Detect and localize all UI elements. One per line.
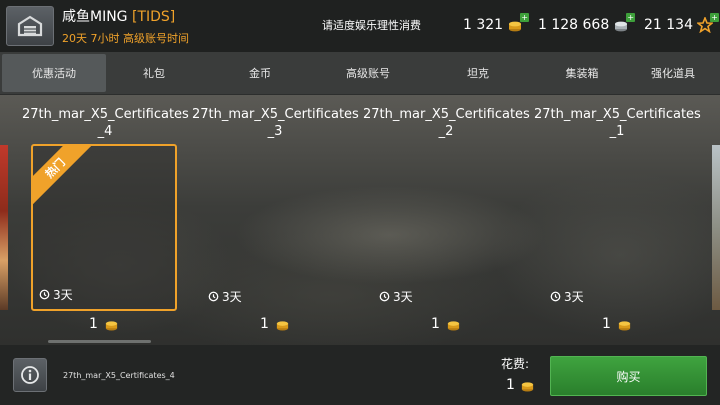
next-offer-peek[interactable] [712, 145, 720, 310]
scroll-indicator[interactable] [48, 340, 151, 343]
gold-coin-icon [618, 320, 631, 330]
offer-price-value: 1 [89, 316, 98, 332]
offer-price-value: 1 [602, 316, 611, 332]
offer-duration-text: 3天 [564, 290, 584, 304]
offer-price: 1 [373, 316, 519, 332]
offer-price: 1 [544, 316, 690, 332]
hot-badge: 热门 [31, 144, 91, 204]
offer-title-line: _1 [609, 124, 625, 139]
offer-card[interactable]: 3天 [373, 144, 519, 311]
tab-premium-account[interactable]: 高级账号 [318, 54, 418, 92]
tab-containers[interactable]: 集装箱 [538, 54, 626, 92]
silver-value: 1 128 668 [538, 17, 610, 33]
offer-title-line: _3 [267, 124, 283, 139]
player-name-text: 咸鱼MING [62, 9, 128, 25]
offer-duration: 3天 [379, 288, 413, 305]
selected-offer-name: 27th_mar_X5_Certificates_4 [63, 371, 175, 380]
offer-price: 1 [202, 316, 348, 332]
offer-title-line: 27th_mar_X5_Certificates [363, 107, 530, 122]
offer-title-line: _2 [438, 124, 454, 139]
offer-title-line: 27th_mar_X5_Certificates [192, 107, 359, 122]
clock-icon [379, 291, 390, 302]
gold-coin-icon [105, 320, 118, 330]
tab-gold[interactable]: 金币 [202, 54, 318, 92]
plus-icon[interactable]: + [710, 13, 719, 22]
clock-icon [208, 291, 219, 302]
player-name: 咸鱼MING [TIDS] [62, 6, 175, 26]
tab-special-offers[interactable]: 优惠活动 [2, 54, 106, 92]
cost-value-text: 1 [506, 377, 515, 393]
offer-card[interactable]: 3天 [202, 144, 348, 311]
offer-duration: 3天 [39, 286, 73, 303]
credits-value: 1 321 [463, 17, 504, 33]
garage-button[interactable] [6, 6, 54, 46]
gold-coin-icon [521, 381, 534, 391]
top-bar: 咸鱼MING [TIDS] 20天 7小时 高级账号时间 请适度娱乐理性消费 1… [0, 0, 720, 52]
offer-card[interactable]: 3天 [544, 144, 690, 311]
offer-duration-text: 3天 [393, 290, 413, 304]
experience-value: 21 134 [644, 17, 693, 33]
gold-coin-icon [276, 320, 289, 330]
notice-text: 请适度娱乐理性消费 [322, 19, 421, 32]
plus-icon[interactable]: + [520, 13, 530, 22]
clock-icon [39, 289, 50, 300]
offer-title: 27th_mar_X5_Certificates _4 [22, 106, 189, 140]
category-tabs: 优惠活动 礼包 金币 高级账号 坦克 集装箱 强化道具 [0, 52, 720, 94]
offer-price-value: 1 [431, 316, 440, 332]
offer-duration: 3天 [550, 288, 584, 305]
offer-title: 27th_mar_X5_Certificates _2 [363, 106, 530, 140]
offer-duration-text: 3天 [53, 288, 73, 302]
silver-coin-icon: + [613, 13, 636, 33]
info-icon [21, 366, 39, 384]
offer-title-line: _4 [97, 124, 113, 139]
credits-balance[interactable]: 1 321 + [463, 13, 530, 36]
gold-coin-icon: + [507, 13, 530, 33]
offer-card[interactable]: 热门 3天 [31, 144, 177, 311]
experience-balance[interactable]: 21 134 + [644, 13, 719, 36]
plus-icon[interactable]: + [626, 13, 636, 22]
tab-bundles[interactable]: 礼包 [106, 54, 202, 92]
premium-time: 20天 7小时 高级账号时间 [62, 32, 189, 45]
offer-title: 27th_mar_X5_Certificates _1 [534, 106, 701, 140]
clock-icon [550, 291, 561, 302]
offer-duration-text: 3天 [222, 290, 242, 304]
info-button[interactable] [13, 358, 47, 392]
offer-price-value: 1 [260, 316, 269, 332]
garage-icon [17, 15, 43, 37]
hot-badge-label: 热门 [31, 144, 91, 204]
clan-tag: [TIDS] [131, 9, 176, 25]
offer-duration: 3天 [208, 288, 242, 305]
offer-title-line: 27th_mar_X5_Certificates [22, 107, 189, 122]
offer-title-line: 27th_mar_X5_Certificates [534, 107, 701, 122]
tab-tanks[interactable]: 坦克 [418, 54, 538, 92]
silver-balance[interactable]: 1 128 668 + [538, 13, 636, 36]
prev-offer-peek[interactable] [0, 145, 8, 310]
offer-title: 27th_mar_X5_Certificates _3 [192, 106, 359, 140]
buy-button[interactable]: 购买 [550, 356, 707, 396]
tab-boosters[interactable]: 强化道具 [626, 54, 720, 92]
offer-price: 1 [31, 316, 177, 332]
gold-coin-icon [447, 320, 460, 330]
cost-value: 1 [506, 377, 535, 393]
star-xp-icon: + [695, 13, 719, 34]
cost-label: 花费: [501, 357, 530, 371]
